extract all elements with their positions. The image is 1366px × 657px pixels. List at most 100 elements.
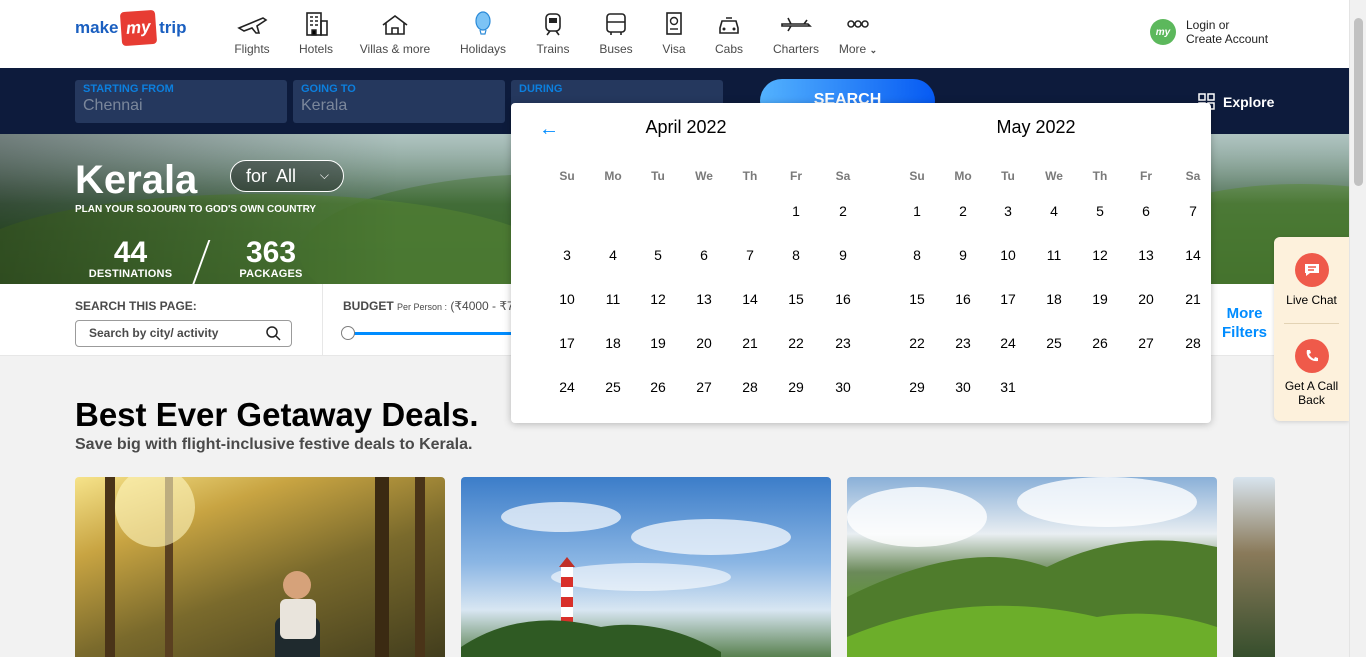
calendar-day[interactable]: 19 (1080, 291, 1120, 307)
calendar-day[interactable]: 4 (1034, 203, 1074, 219)
nav-holidays[interactable]: Holidays (442, 10, 524, 56)
destination-title: Kerala (75, 158, 198, 202)
deal-card-backwaters[interactable] (1233, 477, 1275, 657)
calendar-day[interactable]: 22 (776, 335, 816, 351)
going-to-field[interactable]: GOING TO Kerala (293, 80, 505, 123)
budget-slider-handle[interactable] (341, 326, 355, 340)
calendar-day[interactable]: 16 (823, 291, 863, 307)
scrollbar-thumb[interactable] (1354, 18, 1363, 186)
calendar-day[interactable]: 26 (638, 379, 678, 395)
nav-charters[interactable]: Charters (760, 10, 832, 56)
calendar-day[interactable]: 11 (1034, 247, 1074, 263)
calendar-day[interactable]: 10 (547, 291, 587, 307)
calendar-day[interactable]: 2 (943, 203, 983, 219)
calendar-day[interactable]: 3 (547, 247, 587, 263)
search-page-label: SEARCH THIS PAGE: (75, 299, 197, 313)
calendar-day[interactable]: 9 (823, 247, 863, 263)
calendar-day[interactable]: 18 (1034, 291, 1074, 307)
villa-icon (382, 15, 408, 35)
nav-villas[interactable]: Villas & more (348, 10, 442, 56)
vertical-scrollbar[interactable] (1349, 0, 1366, 657)
weekday-label: Su (909, 169, 925, 183)
calendar-day[interactable]: 1 (897, 203, 937, 219)
makemytrip-logo[interactable]: make my trip (75, 9, 187, 47)
live-chat-button[interactable]: Live Chat (1274, 253, 1349, 307)
deal-card-forest[interactable] (75, 477, 445, 657)
calendar-day[interactable]: 23 (823, 335, 863, 351)
nav-flights[interactable]: Flights (220, 10, 284, 56)
calendar-day[interactable]: 12 (1080, 247, 1120, 263)
nav-hotels[interactable]: Hotels (284, 10, 348, 56)
nav-trains[interactable]: Trains (524, 10, 582, 56)
calendar-day[interactable]: 11 (593, 291, 633, 307)
calendar-day[interactable]: 25 (1034, 335, 1074, 351)
more-filters-button[interactable]: More Filters (1222, 304, 1267, 342)
calendar-day[interactable]: 24 (547, 379, 587, 395)
calendar-day[interactable]: 8 (897, 247, 937, 263)
calendar-day[interactable]: 27 (1126, 335, 1166, 351)
calendar-day[interactable]: 14 (1173, 247, 1213, 263)
nav-more[interactable]: More ⌄ (832, 10, 884, 56)
calendar-day[interactable]: 7 (730, 247, 770, 263)
audience-dropdown[interactable]: for All ⌵ (230, 160, 344, 192)
calendar-day[interactable]: 15 (897, 291, 937, 307)
nav-visa[interactable]: Visa (650, 10, 698, 56)
calendar-day[interactable]: 5 (638, 247, 678, 263)
get-a-call-back-button[interactable]: Get A Call Back (1274, 339, 1349, 407)
calendar-day[interactable]: 17 (988, 291, 1028, 307)
search-page-input[interactable]: Search by city/ activity (75, 320, 292, 347)
logo-trip: trip (159, 18, 187, 37)
calendar-day[interactable]: 17 (547, 335, 587, 351)
calendar-day[interactable]: 3 (988, 203, 1028, 219)
calendar-day[interactable]: 13 (684, 291, 724, 307)
calendar-day[interactable]: 28 (730, 379, 770, 395)
deal-card-tea-hills[interactable] (847, 477, 1217, 657)
calendar-day[interactable]: 25 (593, 379, 633, 395)
calendar-day[interactable]: 20 (684, 335, 724, 351)
calendar-day[interactable]: 4 (593, 247, 633, 263)
nav-cabs[interactable]: Cabs (698, 10, 760, 56)
calendar-day[interactable]: 30 (943, 379, 983, 395)
calendar-day[interactable]: 27 (684, 379, 724, 395)
calendar-day[interactable]: 14 (730, 291, 770, 307)
calendar-day[interactable]: 1 (776, 203, 816, 219)
budget-slider-track[interactable] (348, 332, 518, 335)
logo-make: make (75, 18, 119, 37)
top-nav: make my trip Flights Hotels Villas & mor… (0, 0, 1349, 68)
deal-card-lighthouse[interactable] (461, 477, 831, 657)
calendar-day[interactable]: 30 (823, 379, 863, 395)
calendar-day[interactable]: 28 (1173, 335, 1213, 351)
calendar-day[interactable]: 5 (1080, 203, 1120, 219)
flight-icon (237, 17, 268, 34)
calendar-day[interactable]: 20 (1126, 291, 1166, 307)
calendar-day[interactable]: 6 (684, 247, 724, 263)
budget-per-person: Per Person : (397, 302, 448, 312)
call-back-label-2: Back (1298, 393, 1325, 407)
starting-from-field[interactable]: STARTING FROM Chennai (75, 80, 287, 123)
calendar-day[interactable]: 24 (988, 335, 1028, 351)
calendar-day[interactable]: 22 (897, 335, 937, 351)
calendar-day[interactable]: 9 (943, 247, 983, 263)
stat-label: DESTINATIONS (88, 268, 173, 280)
calendar-day[interactable]: 8 (776, 247, 816, 263)
nav-buses[interactable]: Buses (582, 10, 650, 56)
calendar-day[interactable]: 10 (988, 247, 1028, 263)
calendar-day[interactable]: 13 (1126, 247, 1166, 263)
calendar-day[interactable]: 12 (638, 291, 678, 307)
calendar-day[interactable]: 29 (776, 379, 816, 395)
nav-label: Villas & more (359, 42, 431, 56)
calendar-day[interactable]: 21 (1173, 291, 1213, 307)
calendar-day[interactable]: 6 (1126, 203, 1166, 219)
calendar-day[interactable]: 31 (988, 379, 1028, 395)
calendar-day[interactable]: 16 (943, 291, 983, 307)
calendar-day[interactable]: 18 (593, 335, 633, 351)
calendar-day[interactable]: 23 (943, 335, 983, 351)
calendar-day[interactable]: 26 (1080, 335, 1120, 351)
calendar-day[interactable]: 19 (638, 335, 678, 351)
calendar-day[interactable]: 7 (1173, 203, 1213, 219)
calendar-day[interactable]: 15 (776, 291, 816, 307)
calendar-day[interactable]: 21 (730, 335, 770, 351)
login-button[interactable]: my Login or Create Account (1150, 18, 1268, 46)
calendar-day[interactable]: 2 (823, 203, 863, 219)
calendar-day[interactable]: 29 (897, 379, 937, 395)
